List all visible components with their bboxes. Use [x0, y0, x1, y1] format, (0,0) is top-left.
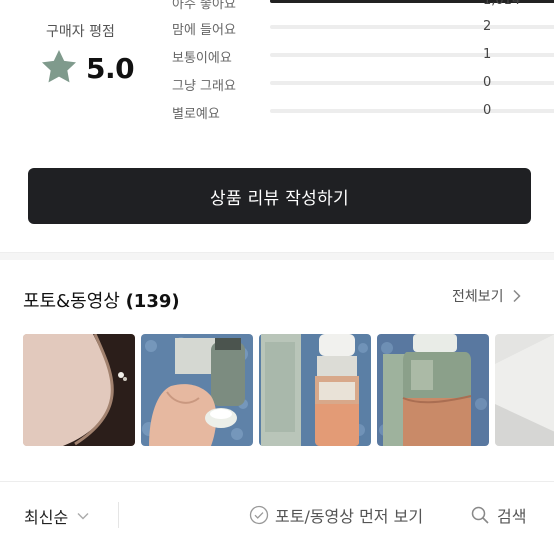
search-label: 검색: [497, 507, 527, 526]
photo-first-label: 포토/동영상 먼저 보기: [275, 507, 424, 526]
rating-bar-track: [270, 109, 554, 113]
photo-count: (139): [125, 291, 180, 312]
rating-row-label: 아주 좋아요: [172, 0, 236, 12]
view-all-label: 전체보기: [452, 289, 504, 305]
photo-strip: [23, 334, 554, 446]
photo-image: [495, 334, 554, 446]
photo-thumbnail[interactable]: [495, 334, 554, 446]
review-page: 구매자 평점 5.0 아주 좋아요 1,014 맘에 들어요 2 보통이에요 1…: [0, 0, 554, 554]
photo-section-title-text: 포토&동영상: [23, 291, 126, 312]
photo-image: [377, 334, 489, 446]
photo-thumbnail[interactable]: [377, 334, 489, 446]
rating-row-label: 별로예요: [172, 107, 220, 122]
chevron-down-icon: [77, 513, 89, 520]
rating-row-label: 맘에 들어요: [172, 23, 236, 38]
photo-first-toggle[interactable]: 포토/동영상 먼저 보기: [249, 503, 423, 527]
photo-section-title: 포토&동영상 (139): [23, 287, 180, 313]
rating-bar-track: [270, 53, 554, 57]
photo-thumbnail[interactable]: [23, 334, 135, 446]
rating-row-2: 그냥 그래요 0: [172, 73, 554, 94]
rating-summary: 구매자 평점 5.0 아주 좋아요 1,014 맘에 들어요 2 보통이에요 1…: [0, 0, 554, 160]
rating-row-1: 별로예요 0: [172, 101, 554, 122]
write-review-button[interactable]: 상품 리뷰 작성하기: [28, 168, 531, 224]
rating-row-count: 2: [483, 19, 492, 34]
photo-image: [23, 334, 135, 446]
average-rating-label: 구매자 평점: [46, 24, 115, 40]
photo-image: [259, 334, 371, 446]
photo-thumbnail[interactable]: [259, 334, 371, 446]
rating-row-label: 보통이에요: [172, 51, 232, 66]
rating-row-3: 보통이에요 1: [172, 45, 554, 66]
rating-bar-track: [270, 25, 554, 29]
search-button[interactable]: 검색: [470, 503, 526, 527]
view-all-link[interactable]: 전체보기: [452, 286, 522, 306]
rating-row-count: 1,014: [483, 0, 521, 8]
filter-separator: [118, 502, 119, 528]
star-icon: [42, 50, 76, 83]
average-rating-value: 5.0: [86, 52, 135, 85]
rating-row-5: 아주 좋아요 1,014: [172, 0, 554, 12]
rating-row-4: 맘에 들어요 2: [172, 17, 554, 38]
photo-thumbnail[interactable]: [141, 334, 253, 446]
section-divider: [0, 252, 554, 260]
rating-row-count: 1: [483, 47, 492, 62]
rating-row-count: 0: [483, 103, 492, 118]
search-icon: [471, 506, 489, 524]
rating-row-count: 0: [483, 75, 492, 90]
divider: [0, 481, 554, 482]
rating-bar-track: [270, 81, 554, 85]
chevron-right-icon: [513, 289, 521, 303]
rating-row-label: 그냥 그래요: [172, 79, 236, 94]
sort-dropdown[interactable]: 최신순: [24, 504, 89, 528]
photo-image: [141, 334, 253, 446]
check-circle-icon: [249, 505, 269, 525]
sort-label: 최신순: [24, 508, 69, 527]
